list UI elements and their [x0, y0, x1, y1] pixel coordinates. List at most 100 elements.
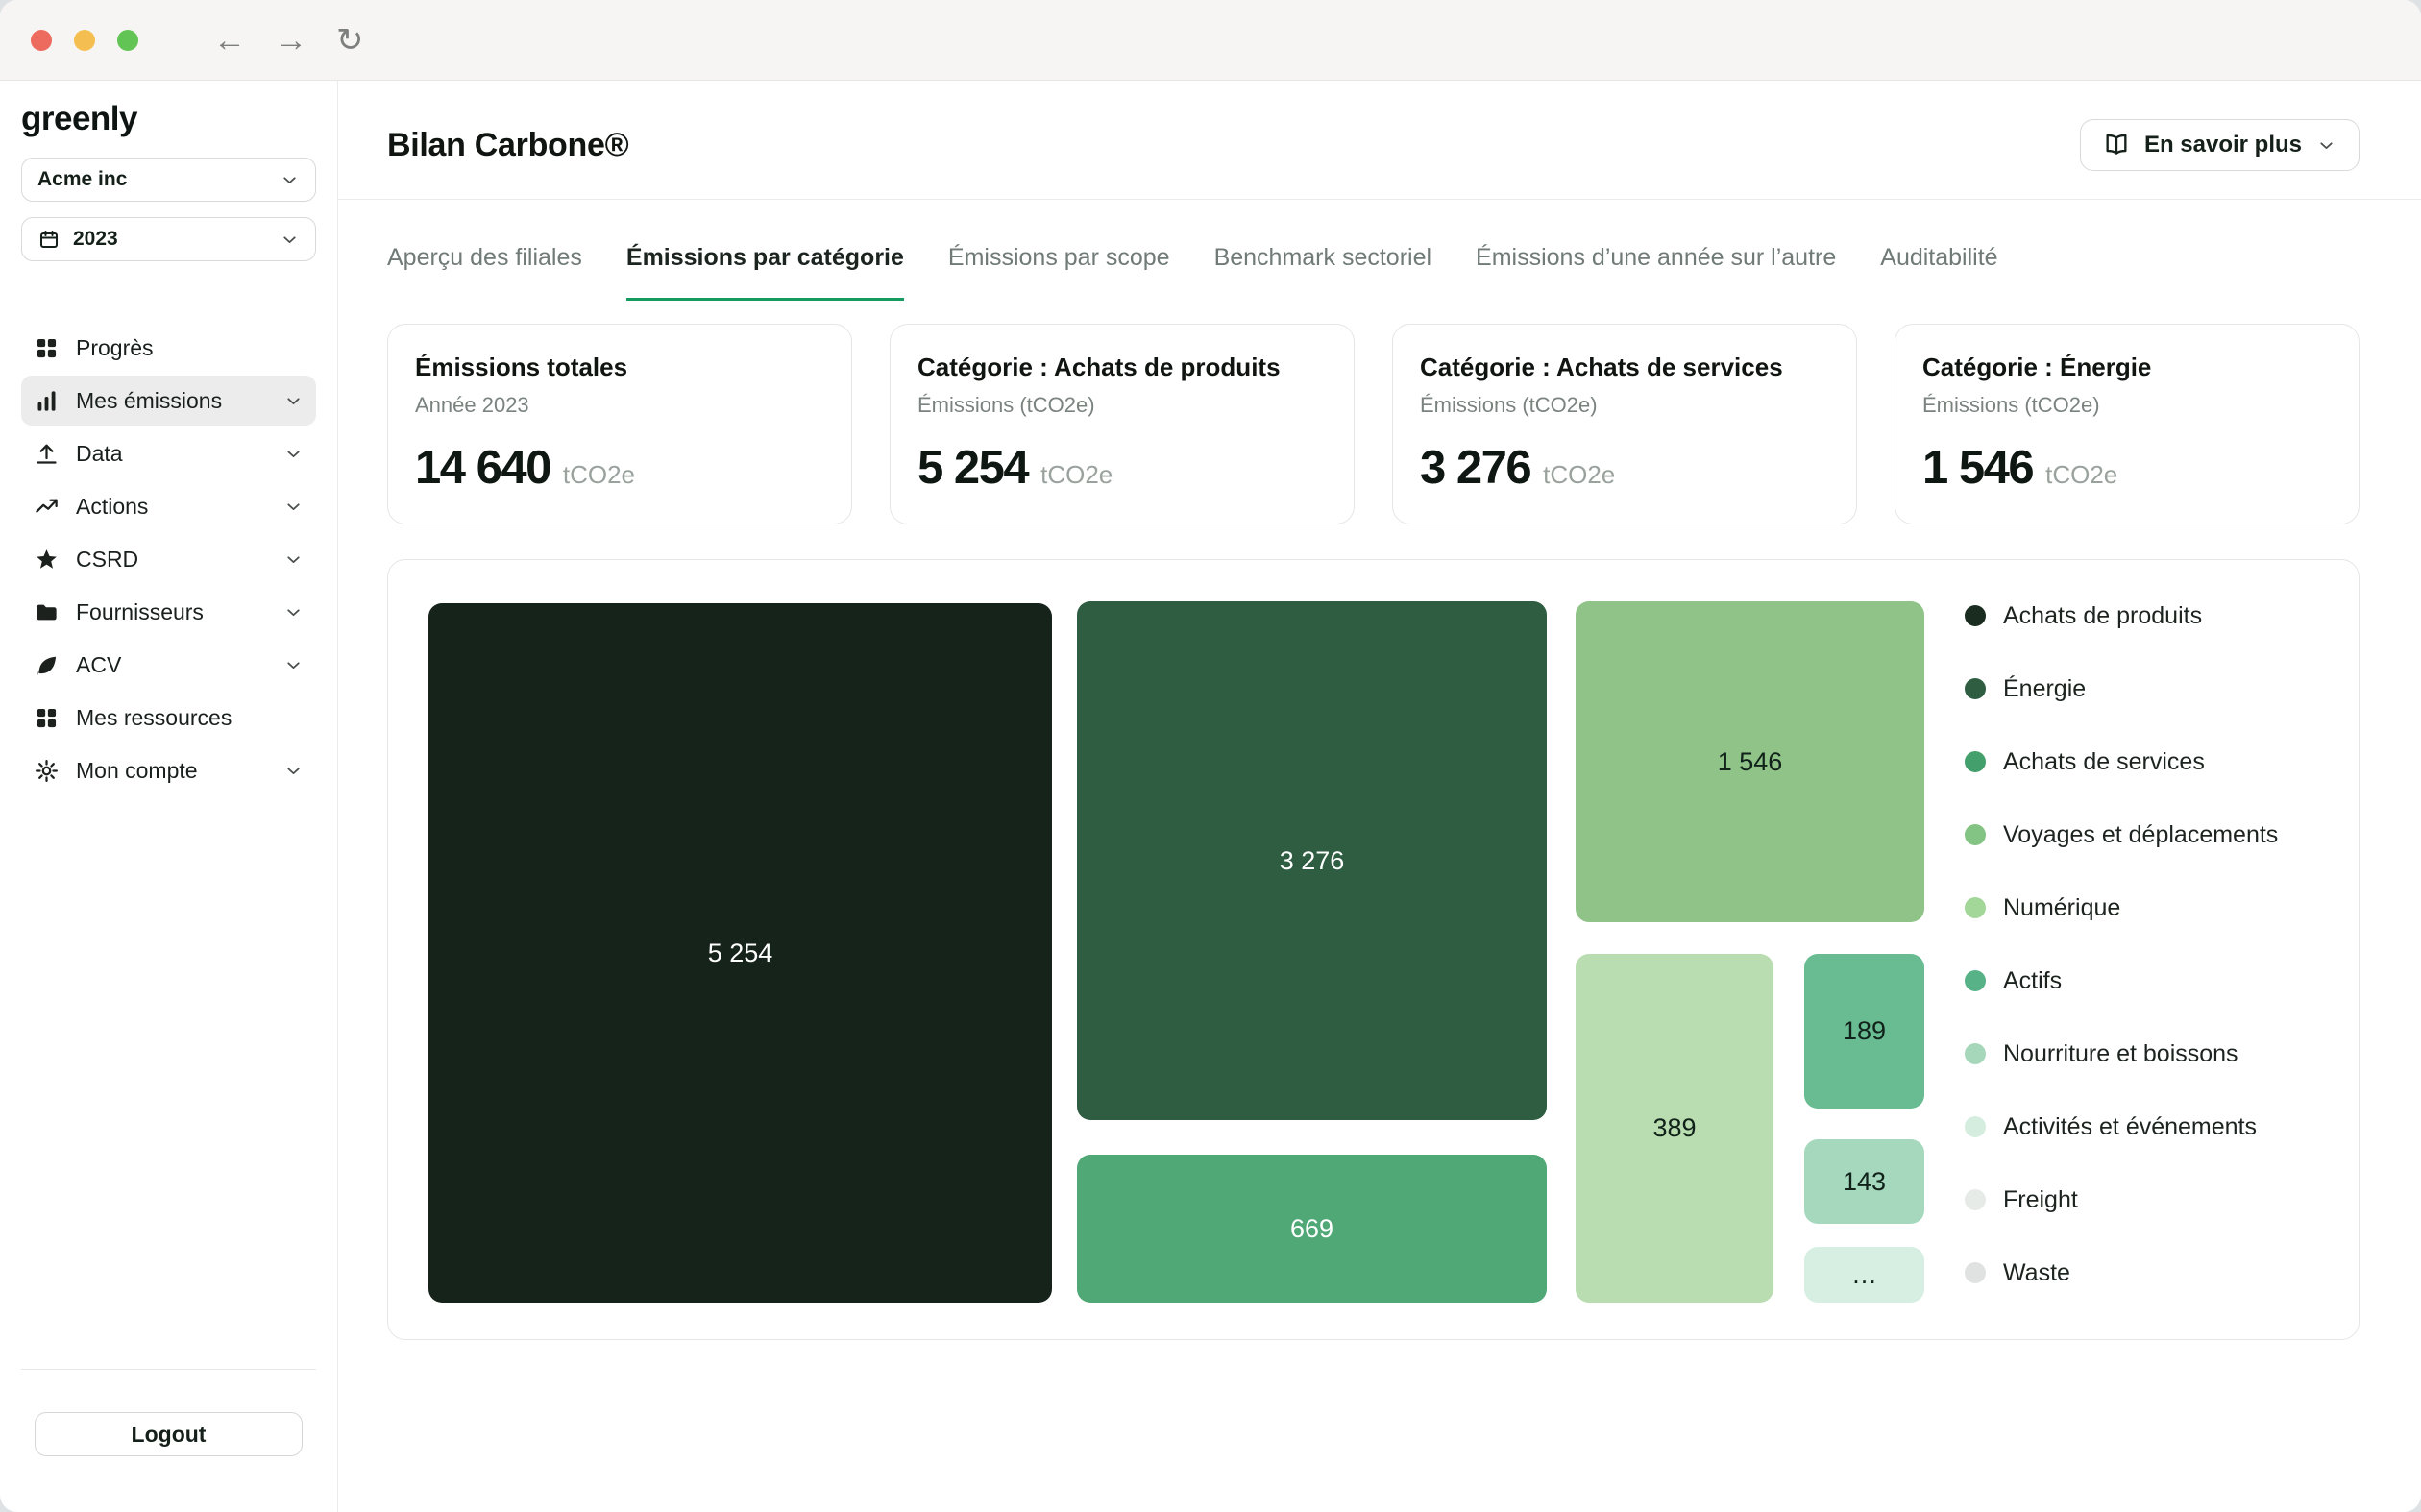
stat-cards-row: Émissions totales Année 2023 14 640 tCO2…	[387, 324, 2360, 524]
stat-card-title: Catégorie : Achats de produits	[917, 353, 1327, 382]
legend-item: Achats de produits	[1965, 594, 2278, 638]
tab-emissions-par-scope[interactable]: Émissions par scope	[948, 244, 1170, 301]
sidebar-item-data[interactable]: Data	[21, 428, 316, 478]
stat-card-achats-de-produits: Catégorie : Achats de produits Émissions…	[890, 324, 1355, 524]
logout-button[interactable]: Logout	[35, 1412, 303, 1456]
chevron-down-icon	[283, 602, 304, 622]
chevron-down-icon	[2316, 135, 2336, 156]
treemap-card: 5 254 3 276 669 1 546 389 189 143 … Acha…	[387, 559, 2360, 1340]
legend-item: Nourriture et boissons	[1965, 1032, 2278, 1076]
legend-label: Énergie	[2003, 675, 2086, 703]
gear-icon	[34, 758, 60, 784]
chevron-down-icon	[283, 497, 304, 517]
star-icon	[34, 547, 60, 573]
treemap-block[interactable]: 143	[1804, 1139, 1924, 1224]
treemap-block[interactable]: 189	[1804, 954, 1924, 1109]
treemap-block[interactable]: 1 546	[1576, 601, 1924, 922]
sidebar-item-label: Mon compte	[76, 758, 198, 784]
legend-item: Actifs	[1965, 959, 2278, 1003]
chevron-down-icon	[283, 444, 304, 464]
learn-more-label: En savoir plus	[2144, 132, 2302, 159]
legend-label: Freight	[2003, 1186, 2078, 1214]
sidebar-item-csrd[interactable]: CSRD	[21, 534, 316, 584]
treemap-block[interactable]: 5 254	[428, 603, 1052, 1303]
legend-label: Waste	[2003, 1259, 2070, 1287]
treemap-block[interactable]: …	[1804, 1247, 1924, 1303]
sidebar-nav: Progrès Mes émissions Data	[21, 323, 316, 795]
stat-card-unit: tCO2e	[563, 460, 635, 490]
sidebar-item-acv[interactable]: ACV	[21, 640, 316, 690]
sidebar-item-label: CSRD	[76, 547, 138, 573]
sidebar-item-mes-ressources[interactable]: Mes ressources	[21, 693, 316, 743]
sidebar-item-mon-compte[interactable]: Mon compte	[21, 745, 316, 795]
tab-emissions-par-categorie[interactable]: Émissions par catégorie	[626, 244, 904, 301]
treemap-legend: Achats de produits Énergie Achats de ser…	[1965, 594, 2278, 1295]
stat-card-unit: tCO2e	[1040, 460, 1113, 490]
legend-item: Énergie	[1965, 667, 2278, 711]
legend-item: Freight	[1965, 1178, 2278, 1222]
main-content: Bilan Carbone® En savoir plus Aperçu des…	[338, 81, 2421, 1512]
back-icon[interactable]: ←	[213, 24, 246, 57]
zoom-window-button[interactable]	[117, 30, 138, 51]
tab-auditabilite[interactable]: Auditabilité	[1880, 244, 1997, 301]
reload-icon[interactable]: ↻	[336, 24, 364, 57]
stat-card-unit: tCO2e	[1543, 460, 1615, 490]
tab-benchmark-sectoriel[interactable]: Benchmark sectoriel	[1214, 244, 1431, 301]
legend-dot	[1965, 1189, 1986, 1210]
tab-emissions-annee-sur-annee[interactable]: Émissions d’une année sur l’autre	[1476, 244, 1836, 301]
sidebar-item-label: Mes ressources	[76, 705, 232, 731]
legend-label: Achats de produits	[2003, 602, 2202, 630]
legend-label: Achats de services	[2003, 748, 2205, 776]
trend-icon	[34, 494, 60, 520]
browser-toolbar: ← → ↻	[0, 0, 2421, 81]
legend-dot	[1965, 824, 1986, 845]
close-window-button[interactable]	[31, 30, 52, 51]
sidebar: greenly Acme inc 2023	[0, 81, 338, 1512]
chevron-down-icon	[283, 761, 304, 781]
stat-card-title: Catégorie : Achats de services	[1420, 353, 1829, 382]
forward-icon[interactable]: →	[275, 24, 307, 57]
grid-icon	[34, 705, 60, 731]
sidebar-item-actions[interactable]: Actions	[21, 481, 316, 531]
stat-card-value: 1 546	[1922, 441, 2033, 495]
stat-card-value: 14 640	[415, 441, 550, 495]
legend-item: Voyages et déplacements	[1965, 813, 2278, 857]
stat-card-value: 5 254	[917, 441, 1028, 495]
sidebar-item-label: Actions	[76, 494, 148, 520]
chevron-down-icon	[280, 230, 300, 250]
chevron-down-icon	[283, 655, 304, 675]
year-selector-value: 2023	[73, 228, 118, 251]
sidebar-item-mes-emissions[interactable]: Mes émissions	[21, 376, 316, 426]
browser-window: ← → ↻ greenly Acme inc 2023	[0, 0, 2421, 1512]
tab-apercu-des-filiales[interactable]: Aperçu des filiales	[387, 244, 582, 301]
minimize-window-button[interactable]	[74, 30, 95, 51]
stat-card-subtitle: Émissions (tCO2e)	[1922, 393, 2332, 418]
stat-card-subtitle: Émissions (tCO2e)	[917, 393, 1327, 418]
legend-dot	[1965, 970, 1986, 991]
legend-item: Activités et événements	[1965, 1105, 2278, 1149]
chevron-down-icon	[283, 549, 304, 570]
learn-more-button[interactable]: En savoir plus	[2080, 119, 2360, 171]
treemap-block[interactable]: 3 276	[1077, 601, 1547, 1120]
sidebar-item-label: Fournisseurs	[76, 599, 204, 625]
chevron-down-icon	[280, 170, 300, 190]
treemap-block[interactable]: 389	[1576, 954, 1773, 1303]
greenly-logo: greenly	[21, 100, 316, 138]
treemap-block[interactable]: 669	[1077, 1155, 1547, 1303]
sidebar-item-progres[interactable]: Progrès	[21, 323, 316, 373]
legend-label: Activités et événements	[2003, 1113, 2257, 1141]
legend-dot	[1965, 605, 1986, 626]
company-selector[interactable]: Acme inc	[21, 158, 316, 202]
year-selector[interactable]: 2023	[21, 217, 316, 261]
sidebar-item-label: Data	[76, 441, 123, 467]
chevron-down-icon	[283, 391, 304, 411]
legend-item: Waste	[1965, 1251, 2278, 1295]
sidebar-item-label: ACV	[76, 652, 121, 678]
legend-dot	[1965, 1116, 1986, 1137]
legend-label: Voyages et déplacements	[2003, 821, 2278, 849]
calendar-icon	[37, 228, 61, 251]
sidebar-item-fournisseurs[interactable]: Fournisseurs	[21, 587, 316, 637]
stat-card-subtitle: Émissions (tCO2e)	[1420, 393, 1829, 418]
legend-label: Numérique	[2003, 894, 2120, 922]
folder-icon	[34, 599, 60, 625]
